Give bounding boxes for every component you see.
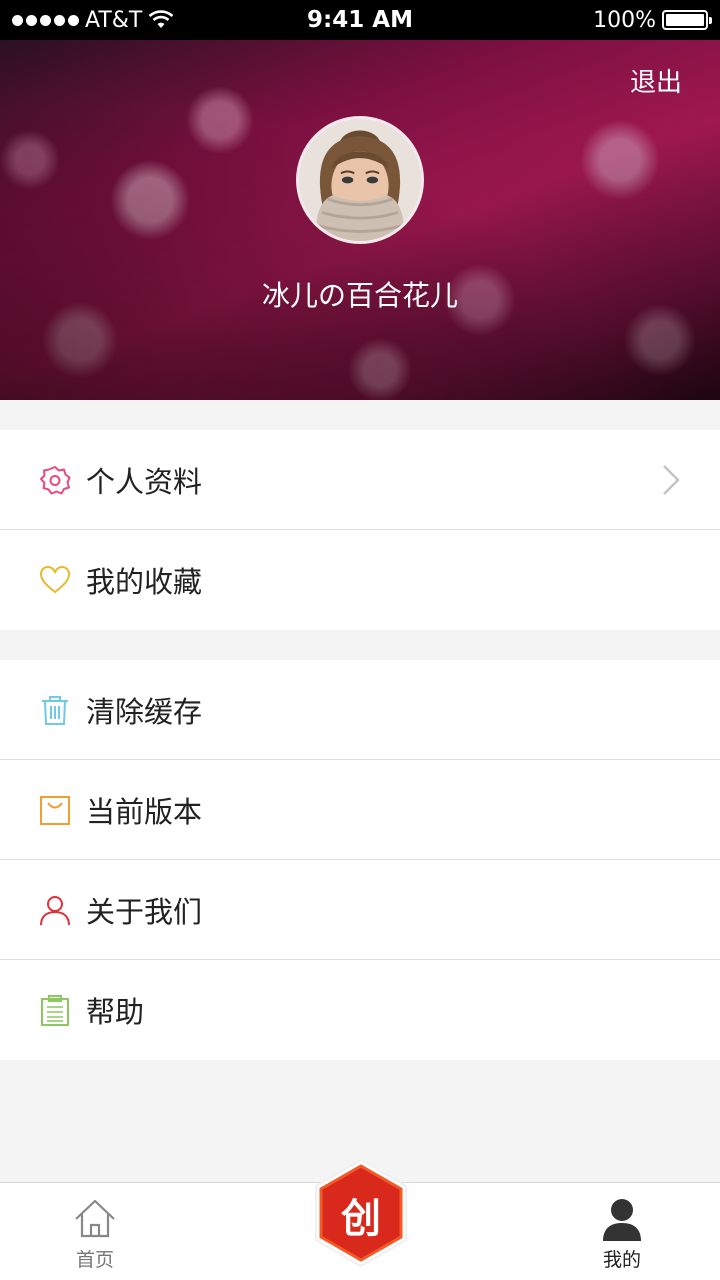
person-icon <box>38 893 72 927</box>
avatar[interactable] <box>296 116 424 244</box>
status-right: 100% <box>593 7 712 33</box>
profile-header: 退出 冰儿の百合花儿 <box>0 40 720 400</box>
menu-item-clear-cache[interactable]: 清除缓存 <box>0 660 720 760</box>
menu-label-help: 帮助 <box>86 995 145 1029</box>
menu-item-help[interactable]: 帮助 <box>0 960 720 1060</box>
logout-button[interactable]: 退出 <box>630 62 682 99</box>
create-button[interactable]: 创 <box>314 1158 408 1268</box>
menu-label-profile: 个人资料 <box>86 464 203 499</box>
create-button-label: 创 <box>341 1195 381 1242</box>
username: 冰儿の百合花儿 <box>261 279 458 312</box>
menu-item-favorites[interactable]: 我的收藏 <box>0 530 720 630</box>
status-left: AT&T <box>12 8 174 33</box>
signal-icon <box>12 14 79 26</box>
menu-label-favorites: 我的收藏 <box>86 565 203 599</box>
menu-group-settings: 清除缓存 当前版本 关于我们 帮助 <box>0 660 720 1060</box>
gear-flower-icon <box>38 463 72 497</box>
wifi-icon <box>148 10 174 28</box>
menu-group-account: 个人资料 我的收藏 <box>0 430 720 630</box>
menu-label-about: 关于我们 <box>86 894 203 929</box>
battery-icon <box>662 10 712 30</box>
menu-label-version: 当前版本 <box>86 794 203 829</box>
tab-home[interactable]: 首页 <box>25 1183 165 1280</box>
tab-mine[interactable]: 我的 <box>552 1183 692 1280</box>
carrier-label: AT&T <box>85 7 143 33</box>
menu-item-profile[interactable]: 个人资料 <box>0 430 720 530</box>
chevron-right-icon <box>663 464 680 495</box>
home-icon <box>73 1197 117 1241</box>
user-icon <box>600 1197 644 1241</box>
menu-item-version[interactable]: 当前版本 <box>0 760 720 860</box>
menu-label-clear-cache: 清除缓存 <box>86 694 203 729</box>
tab-home-label: 首页 <box>75 1249 114 1271</box>
trash-icon <box>38 693 72 727</box>
avatar-image <box>299 119 421 241</box>
clipboard-icon <box>38 993 72 1027</box>
status-bar: AT&T 9:41 AM 100% <box>0 0 720 40</box>
bag-icon <box>38 793 72 827</box>
tab-mine-label: 我的 <box>602 1249 641 1271</box>
battery-percent: 100% <box>593 7 656 33</box>
heart-icon <box>38 563 72 597</box>
menu-item-about[interactable]: 关于我们 <box>0 860 720 960</box>
